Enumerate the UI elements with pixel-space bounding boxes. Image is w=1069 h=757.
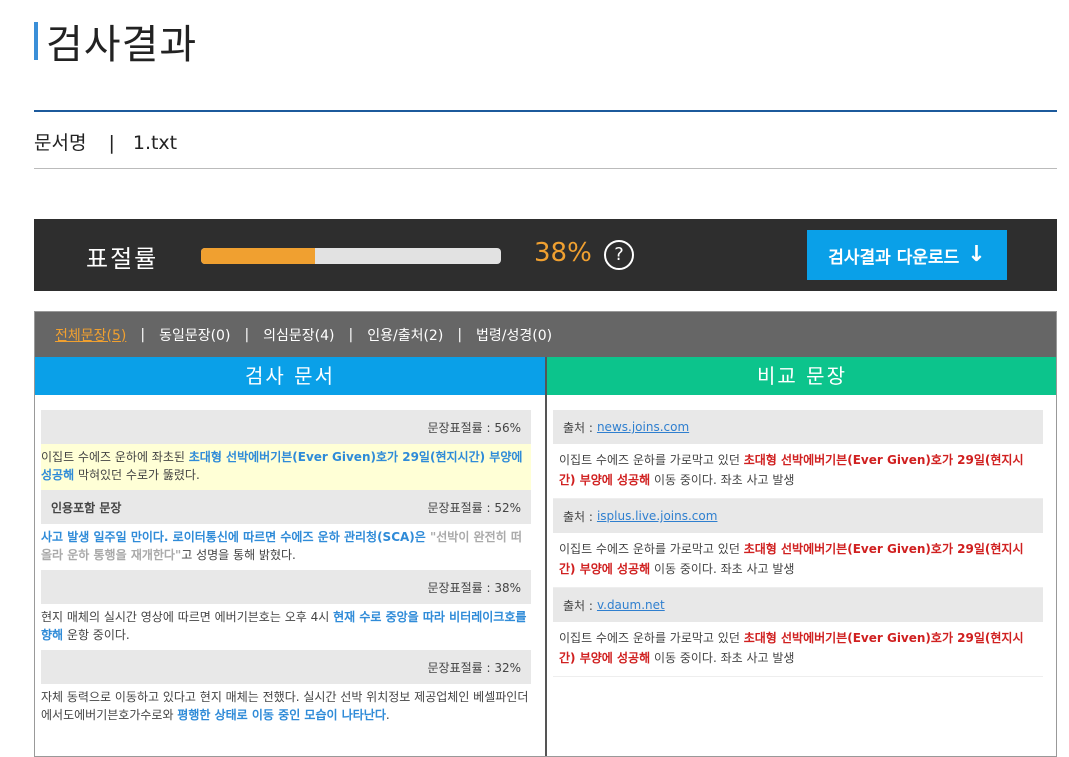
- tab-separator: |: [348, 326, 354, 343]
- compared-sentence: 이집트 수에즈 운하를 가로막고 있던 초대형 선박에버기븐(Ever Give…: [553, 622, 1043, 677]
- title-accent-bar: [34, 22, 38, 60]
- source-link[interactable]: isplus.live.joins.com: [597, 509, 718, 523]
- tab-separator: |: [457, 326, 463, 343]
- tab-suspicious-sentences[interactable]: 의심문장(4): [263, 325, 334, 345]
- checked-document-list: 문장표절률 : 56% 이집트 수에즈 운하에 좌초된 초대형 선박에버기븐(E…: [41, 410, 531, 730]
- results-panel: 전체문장(5) | 동일문장(0) | 의심문장(4) | 인용/출처(2) |…: [34, 311, 1057, 757]
- sentence-text: 막혀있던 수로가 뚫렸다.: [74, 468, 200, 482]
- source-label: 출처 :: [563, 420, 593, 435]
- plagiarism-rate-bar: 표절률 38% ? 검사결과 다운로드 ↓: [34, 219, 1057, 291]
- sentence-rate-row: 문장표절률 : 56%: [41, 410, 531, 444]
- sentence-filter-tabs: 전체문장(5) | 동일문장(0) | 의심문장(4) | 인용/출처(2) |…: [35, 312, 1056, 357]
- sentence-rate-row: 인용포함 문장 문장표절률 : 52%: [41, 490, 531, 524]
- sentence-rate: 문장표절률 : 52%: [427, 500, 521, 515]
- compared-sentence-header: 비교 문장: [547, 357, 1056, 395]
- matched-text: 평행한 상태로 이동 중인 모습이 나타난다: [177, 708, 386, 722]
- source-row: 출처 : v.daum.net: [553, 588, 1043, 622]
- checked-sentence[interactable]: 이집트 수에즈 운하에 좌초된 초대형 선박에버기븐(Ever Given)호가…: [41, 444, 531, 490]
- sentence-text: 고 성명을 통해 밝혔다.: [181, 548, 296, 562]
- download-arrow-icon: ↓: [967, 242, 986, 267]
- checked-sentence[interactable]: 자체 동력으로 이동하고 있다고 현지 매체는 전했다. 실시간 선박 위치정보…: [41, 684, 531, 730]
- column-divider: [545, 357, 547, 756]
- help-icon[interactable]: ?: [604, 240, 634, 270]
- checked-document-header: 검사 문서: [35, 357, 545, 395]
- sentence-rate: 문장표절률 : 56%: [427, 420, 521, 435]
- download-results-button[interactable]: 검사결과 다운로드 ↓: [807, 230, 1007, 280]
- checked-sentence[interactable]: 사고 발생 일주일 만이다. 로이터통신에 따르면 수에즈 운하 관리청(SCA…: [41, 524, 531, 570]
- plagiarism-progress: [201, 248, 501, 264]
- sentence-text: 이집트 수에즈 운하를 가로막고 있던: [559, 542, 744, 556]
- tab-citation-source[interactable]: 인용/출처(2): [367, 325, 443, 345]
- sentence-rate: 문장표절률 : 38%: [427, 580, 521, 595]
- sentence-text: .: [385, 708, 390, 722]
- download-results-label: 검사결과 다운로드: [828, 247, 960, 268]
- document-name-row: 문서명 | 1.txt: [34, 128, 177, 155]
- tab-separator: |: [140, 326, 146, 343]
- plagiarism-progress-fill: [201, 248, 315, 264]
- document-divider: [34, 168, 1057, 169]
- sentence-rate-row: 문장표절률 : 32%: [41, 650, 531, 684]
- tab-separator: |: [244, 326, 250, 343]
- source-row: 출처 : isplus.live.joins.com: [553, 499, 1043, 533]
- compared-sentence: 이집트 수에즈 운하를 가로막고 있던 초대형 선박에버기븐(Ever Give…: [553, 533, 1043, 588]
- sentence-text: 이집트 수에즈 운하를 가로막고 있던: [559, 631, 744, 645]
- matched-text: 사고 발생 일주일 만이다. 로이터통신에 따르면 수에즈 운하 관리청(SCA…: [41, 530, 430, 544]
- source-label: 출처 :: [563, 509, 593, 524]
- sentence-rate: 문장표절률 : 32%: [427, 660, 521, 675]
- document-filename: 1.txt: [132, 132, 178, 154]
- tab-identical-sentences[interactable]: 동일문장(0): [159, 325, 230, 345]
- sentence-text: 이집트 수에즈 운하를 가로막고 있던: [559, 453, 744, 467]
- source-label: 출처 :: [563, 598, 593, 613]
- sentence-tag: 인용포함 문장: [51, 500, 122, 515]
- sentence-text: 이동 중이다. 좌초 사고 발생: [650, 651, 795, 665]
- document-name-separator: |: [108, 132, 115, 154]
- page-title: 검사결과: [46, 22, 198, 68]
- checked-sentence[interactable]: 현지 매체의 실시간 영상에 따르면 에버기븐호는 오후 4시 현재 수로 중앙…: [41, 604, 531, 650]
- sentence-text: 현지 매체의 실시간 영상에 따르면 에버기븐호는 오후 4시: [41, 610, 334, 624]
- sentence-text: 이동 중이다. 좌초 사고 발생: [650, 562, 795, 576]
- sentence-text: 이동 중이다. 좌초 사고 발생: [650, 473, 795, 487]
- plagiarism-rate-label: 표절률: [86, 245, 159, 273]
- source-link[interactable]: news.joins.com: [597, 420, 689, 434]
- tab-all-sentences[interactable]: 전체문장(5): [55, 325, 126, 345]
- plagiarism-rate-value: 38%: [534, 238, 592, 268]
- sentence-text: 이집트 수에즈 운하에 좌초된: [41, 450, 189, 464]
- source-link[interactable]: v.daum.net: [597, 598, 665, 612]
- compared-sentence-list: 출처 : news.joins.com 이집트 수에즈 운하를 가로막고 있던 …: [553, 410, 1043, 677]
- compared-sentence: 이집트 수에즈 운하를 가로막고 있던 초대형 선박에버기븐(Ever Give…: [553, 444, 1043, 499]
- title-divider: [34, 110, 1057, 112]
- sentence-text: 운항 중이다.: [63, 628, 130, 642]
- document-name-label: 문서명: [34, 132, 87, 154]
- tab-law-bible[interactable]: 법령/성경(0): [476, 325, 552, 345]
- source-row: 출처 : news.joins.com: [553, 410, 1043, 444]
- sentence-rate-row: 문장표절률 : 38%: [41, 570, 531, 604]
